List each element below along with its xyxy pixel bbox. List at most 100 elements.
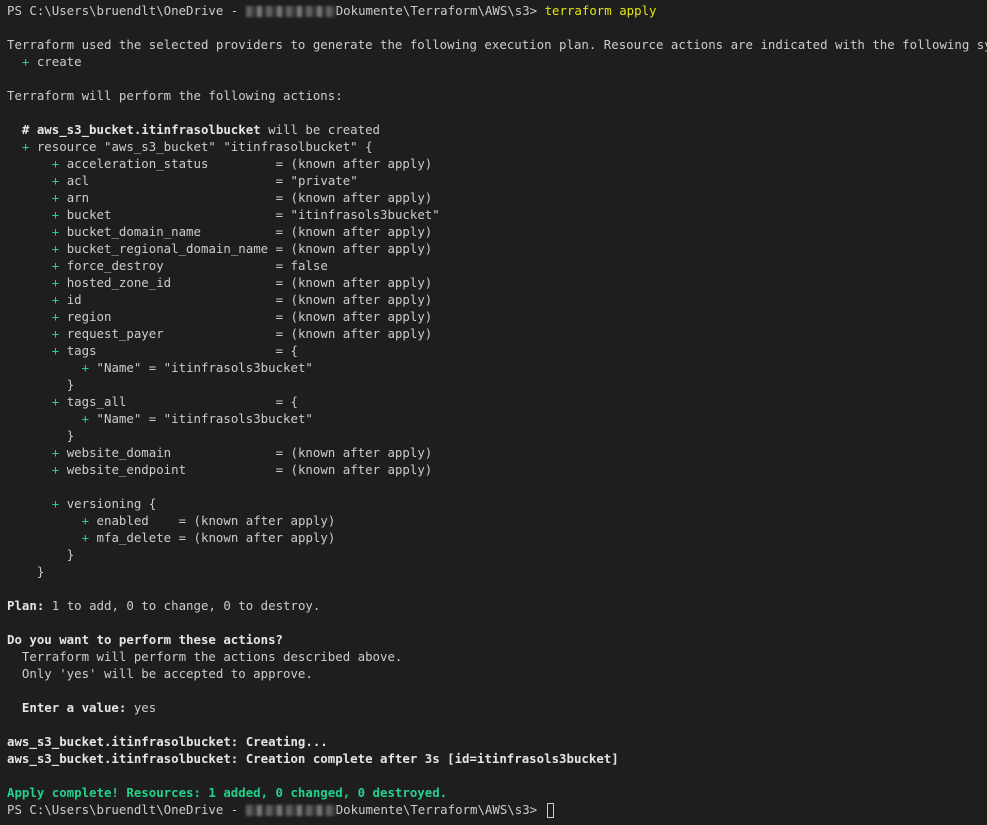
versioning-close: } bbox=[7, 546, 987, 563]
prompt-path-end: Dokumente\Terraform\AWS\s3> bbox=[335, 802, 545, 817]
attribute-value: (known after apply) bbox=[193, 513, 336, 528]
prompt-path-end: Dokumente\Terraform\AWS\s3> bbox=[335, 3, 545, 18]
versioning-block: versioning { bbox=[66, 496, 157, 511]
attribute-value: (known after apply) bbox=[290, 445, 433, 460]
symbol-label: create bbox=[36, 54, 82, 69]
comment-hash: # bbox=[7, 122, 37, 137]
tags-all-open: + tags_all = { bbox=[51, 394, 298, 409]
attribute-value: (known after apply) bbox=[290, 275, 433, 290]
text-cursor[interactable] bbox=[546, 803, 554, 818]
actions-header: Terraform will perform the following act… bbox=[7, 88, 343, 103]
apply-result: Apply complete! Resources: 1 added, 0 ch… bbox=[7, 785, 448, 800]
attribute-name: bucket_domain_name bbox=[66, 224, 201, 239]
attribute-line: + enabled = (known after apply) bbox=[81, 513, 336, 528]
attribute-line: + request_payer = (known after apply) bbox=[51, 326, 433, 341]
attribute-line: + website_domain = (known after apply) bbox=[51, 445, 433, 460]
resource-comment: # aws_s3_bucket.itinfrasolbucket will be… bbox=[7, 121, 987, 138]
plan-label: Plan: bbox=[7, 598, 45, 613]
attribute-list: + website_domain = (known after apply) +… bbox=[7, 444, 987, 478]
attribute-name: tags bbox=[66, 343, 97, 358]
attribute-value: (known after apply) bbox=[193, 530, 336, 545]
tags-close: } bbox=[7, 376, 987, 393]
command-text: terraform apply bbox=[544, 3, 657, 18]
redacted-path-segment bbox=[245, 6, 336, 17]
attribute-name: website_endpoint bbox=[66, 462, 187, 477]
progress-complete: aws_s3_bucket.itinfrasolbucket: Creation… bbox=[7, 751, 619, 766]
attribute-line: + bucket_regional_domain_name = (known a… bbox=[51, 241, 433, 256]
attribute-line: + bucket = "itinfrasols3bucket" bbox=[51, 207, 440, 222]
intro-line: Terraform used the selected providers to… bbox=[7, 37, 987, 52]
progress-creating: aws_s3_bucket.itinfrasolbucket: Creating… bbox=[7, 734, 328, 749]
close-brace: } bbox=[66, 428, 75, 443]
attribute-line: + region = (known after apply) bbox=[51, 309, 433, 324]
redacted-path-segment bbox=[245, 805, 336, 816]
attribute-line: + bucket_domain_name = (known after appl… bbox=[51, 224, 433, 239]
plus-symbol: + bbox=[81, 513, 90, 528]
tag-value: "Name" = "itinfrasols3bucket" bbox=[96, 411, 313, 426]
plus-symbol: + bbox=[81, 360, 90, 375]
attribute-line: + mfa_delete = (known after apply) bbox=[81, 530, 336, 545]
attribute-value: (known after apply) bbox=[290, 241, 433, 256]
plus-symbol: + bbox=[81, 411, 90, 426]
confirm-line: Terraform will perform the actions descr… bbox=[7, 649, 403, 664]
attribute-value: (known after apply) bbox=[290, 309, 433, 324]
attribute-line: + acceleration_status = (known after app… bbox=[51, 156, 433, 171]
resource-close: } bbox=[7, 563, 987, 580]
attribute-line: + id = (known after apply) bbox=[51, 292, 433, 307]
resource-address: aws_s3_bucket.itinfrasolbucket bbox=[36, 122, 261, 137]
resource-declaration: resource "aws_s3_bucket" "itinfrasolbuck… bbox=[36, 139, 373, 154]
versioning-list: + enabled = (known after apply) + mfa_de… bbox=[7, 512, 987, 546]
prompt-line: PS C:\Users\bruendlt\OneDrive - Dokument… bbox=[7, 2, 987, 19]
plus-symbol: + bbox=[7, 54, 37, 69]
attribute-line: + acl = "private" bbox=[51, 173, 358, 188]
plus-symbol: + bbox=[7, 139, 37, 154]
attribute-value: false bbox=[290, 258, 328, 273]
symbol-legend: + create bbox=[7, 53, 987, 70]
resource-open: + resource "aws_s3_bucket" "itinfrasolbu… bbox=[7, 138, 987, 155]
attribute-name: region bbox=[66, 309, 112, 324]
versioning-open: + versioning { bbox=[7, 495, 987, 512]
attribute-name: acceleration_status bbox=[66, 156, 209, 171]
plan-summary: Plan: 1 to add, 0 to change, 0 to destro… bbox=[7, 597, 987, 614]
close-brace: } bbox=[66, 547, 75, 562]
attribute-name: hosted_zone_id bbox=[66, 275, 172, 290]
attribute-line: + hosted_zone_id = (known after apply) bbox=[51, 275, 433, 290]
close-brace: } bbox=[66, 377, 75, 392]
attribute-list: + acceleration_status = (known after app… bbox=[7, 155, 987, 342]
plus-symbol: + bbox=[81, 530, 90, 545]
terminal[interactable]: PS C:\Users\bruendlt\OneDrive - Dokument… bbox=[0, 0, 987, 825]
attribute-name: id bbox=[66, 292, 82, 307]
confirm-question: Do you want to perform these actions? bbox=[7, 632, 284, 647]
attribute-name: mfa_delete bbox=[96, 530, 172, 545]
attribute-name: website_domain bbox=[66, 445, 172, 460]
attribute-line: + force_destroy = false bbox=[51, 258, 328, 273]
close-brace: } bbox=[36, 564, 45, 579]
tag-entry: + "Name" = "itinfrasols3bucket" bbox=[7, 359, 987, 376]
attribute-value: (known after apply) bbox=[290, 156, 433, 171]
open-brace: { bbox=[290, 394, 298, 409]
attribute-name: bucket_regional_domain_name bbox=[66, 241, 269, 256]
confirm-line: Only 'yes' will be accepted to approve. bbox=[7, 666, 313, 681]
attribute-value: "itinfrasols3bucket" bbox=[290, 207, 440, 222]
tag-entry: + "Name" = "itinfrasols3bucket" bbox=[7, 410, 987, 427]
attribute-name: tags_all bbox=[66, 394, 127, 409]
attribute-name: arn bbox=[66, 190, 90, 205]
attribute-name: request_payer bbox=[66, 326, 164, 341]
tags-open: + tags = { bbox=[51, 343, 298, 358]
comment-suffix: will be created bbox=[260, 122, 380, 137]
attribute-value: (known after apply) bbox=[290, 462, 433, 477]
prompt-line: PS C:\Users\bruendlt\OneDrive - Dokument… bbox=[7, 801, 987, 818]
tag-value: "Name" = "itinfrasols3bucket" bbox=[96, 360, 313, 375]
attribute-value: (known after apply) bbox=[290, 292, 433, 307]
entered-value: yes bbox=[126, 700, 157, 715]
enter-value-label: Enter a value: bbox=[7, 700, 127, 715]
attribute-name: enabled bbox=[96, 513, 172, 528]
